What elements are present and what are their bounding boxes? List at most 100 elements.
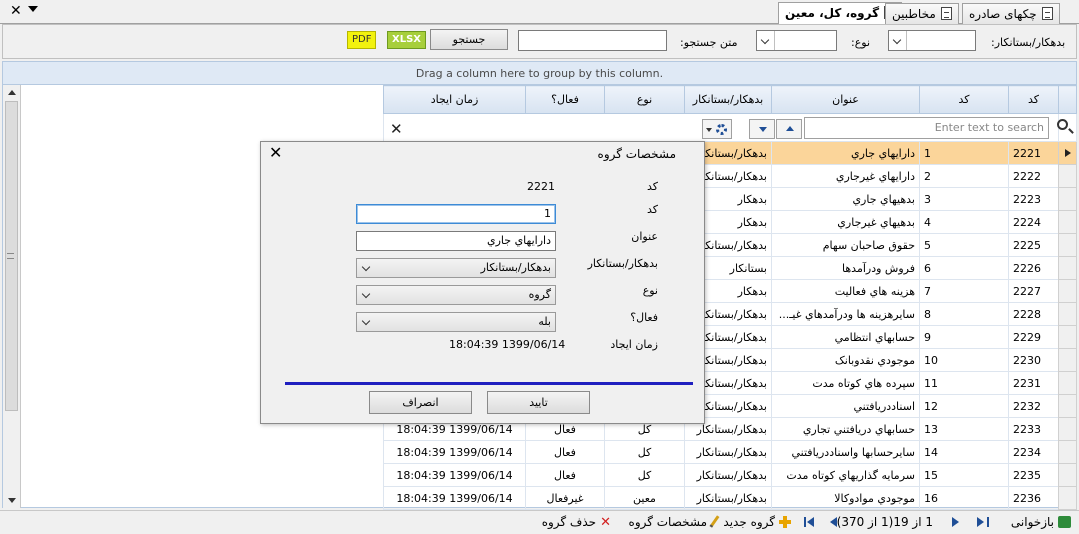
cell-title[interactable]: سرمايه گذاريهاي کوتاه مدت: [771, 463, 920, 487]
cell-code[interactable]: 2232: [1008, 394, 1059, 418]
cell-number[interactable]: 4: [919, 210, 1009, 234]
party-filter-select[interactable]: [888, 30, 976, 51]
next-page-icon[interactable]: [952, 517, 959, 527]
column-header-code[interactable]: کد: [1008, 85, 1059, 114]
cell-code[interactable]: 2228: [1008, 302, 1059, 326]
cell-number[interactable]: 3: [919, 187, 1009, 211]
cell-title[interactable]: بدهيهاي غيرجاري: [771, 210, 920, 234]
cell-number[interactable]: 12: [919, 394, 1009, 418]
search-button[interactable]: جستجو: [430, 29, 508, 50]
cell-created[interactable]: 1399/06/14 18:04:39: [383, 486, 526, 510]
cell-title[interactable]: اسناددريافتني: [771, 394, 920, 418]
row-indicator[interactable]: [1058, 371, 1077, 395]
column-header-number[interactable]: کد: [919, 85, 1009, 114]
cell-code[interactable]: 2236: [1008, 486, 1059, 510]
cell-code[interactable]: 2227: [1008, 279, 1059, 303]
search-input[interactable]: [518, 30, 667, 51]
cancel-button[interactable]: انصراف: [369, 391, 472, 414]
cell-code[interactable]: 2233: [1008, 417, 1059, 441]
cell-code[interactable]: 2235: [1008, 463, 1059, 487]
close-icon[interactable]: ✕: [269, 145, 282, 161]
last-page-icon[interactable]: [807, 517, 814, 527]
cell-type[interactable]: کل: [604, 463, 685, 487]
cell-number[interactable]: 13: [919, 417, 1009, 441]
row-indicator[interactable]: [1058, 302, 1077, 326]
cell-number[interactable]: 5: [919, 233, 1009, 257]
active-select[interactable]: بله: [356, 312, 556, 332]
cell-code[interactable]: 2222: [1008, 164, 1059, 188]
row-indicator[interactable]: [1058, 394, 1077, 418]
cell-title[interactable]: سپرده هاي کوتاه مدت: [771, 371, 920, 395]
find-previous-button[interactable]: [776, 119, 802, 139]
cell-title[interactable]: موجودي موادوکالا: [771, 486, 920, 510]
tab-checks[interactable]: چکهای صادره: [962, 3, 1060, 24]
refresh-button[interactable]: بازخوانی: [1011, 515, 1071, 529]
table-row[interactable]: 2235 15 سرمايه گذاريهاي کوتاه مدت بدهکار/بس…: [383, 463, 1077, 487]
cell-party[interactable]: بدهکار/بستانکار: [684, 463, 772, 487]
delete-group-button[interactable]: ✕حذف گروه: [542, 515, 611, 530]
cell-party[interactable]: بدهکار/بستانکار: [684, 440, 772, 464]
row-indicator[interactable]: [1058, 463, 1077, 487]
cell-title[interactable]: دارايهاي جاري: [771, 141, 920, 165]
column-header-active[interactable]: فعال؟: [525, 85, 605, 114]
cell-code[interactable]: 2224: [1008, 210, 1059, 234]
cell-title[interactable]: سايرهزينه ها ودرآمدهاي غيـ...: [771, 302, 920, 326]
cell-type[interactable]: معین: [604, 486, 685, 510]
cell-active[interactable]: فعال: [525, 463, 605, 487]
tab-accounts[interactable]: گروه، کل، معین: [778, 2, 903, 24]
cell-code[interactable]: 2234: [1008, 440, 1059, 464]
row-indicator[interactable]: [1058, 164, 1077, 188]
row-indicator[interactable]: [1058, 256, 1077, 280]
search-options-button[interactable]: [702, 119, 732, 139]
cell-title[interactable]: سايرحسابها واسناددريافتني: [771, 440, 920, 464]
cell-code[interactable]: 2231: [1008, 371, 1059, 395]
cell-title[interactable]: حقوق صاحبان سهام: [771, 233, 920, 257]
cell-title[interactable]: حسابهاي انتظامي: [771, 325, 920, 349]
type-filter-select[interactable]: [756, 30, 837, 51]
cell-title[interactable]: فروش ودرآمدها: [771, 256, 920, 280]
cell-number[interactable]: 2: [919, 164, 1009, 188]
row-indicator[interactable]: [1058, 417, 1077, 441]
cell-number[interactable]: 14: [919, 440, 1009, 464]
cell-active[interactable]: فعال: [525, 440, 605, 464]
cell-title[interactable]: بدهيهاي جاري: [771, 187, 920, 211]
number-input[interactable]: 1: [356, 204, 556, 224]
row-indicator[interactable]: [1058, 348, 1077, 372]
row-indicator[interactable]: [1058, 440, 1077, 464]
new-group-button[interactable]: گروه جدید: [723, 515, 791, 529]
cell-number[interactable]: 15: [919, 463, 1009, 487]
cell-code[interactable]: 2225: [1008, 233, 1059, 257]
cell-code[interactable]: 2221: [1008, 141, 1059, 165]
cell-party[interactable]: بدهکار/بستانکار: [684, 486, 772, 510]
cell-number[interactable]: 11: [919, 371, 1009, 395]
cell-number[interactable]: 16: [919, 486, 1009, 510]
cell-number[interactable]: 9: [919, 325, 1009, 349]
cell-code[interactable]: 2230: [1008, 348, 1059, 372]
cell-number[interactable]: 7: [919, 279, 1009, 303]
cell-title[interactable]: موجودي نقدوبانک: [771, 348, 920, 372]
cell-created[interactable]: 1399/06/14 18:04:39: [383, 440, 526, 464]
row-indicator[interactable]: [1058, 325, 1077, 349]
cell-active[interactable]: غيرفعال: [525, 486, 605, 510]
tab-contacts[interactable]: مخاطبين: [885, 3, 959, 24]
close-icon[interactable]: ✕: [10, 4, 22, 18]
row-indicator[interactable]: [1058, 187, 1077, 211]
group-by-panel[interactable]: Drag a column here to group by this colu…: [3, 62, 1076, 85]
export-xlsx-button[interactable]: XLSX: [387, 31, 426, 49]
cell-title[interactable]: دارايهاي غيرجاري: [771, 164, 920, 188]
row-indicator[interactable]: [1058, 486, 1077, 510]
export-pdf-button[interactable]: PDF: [347, 31, 377, 49]
find-next-button[interactable]: [749, 119, 775, 139]
first-page-icon[interactable]: [977, 517, 984, 527]
vertical-scrollbar[interactable]: [3, 85, 21, 508]
clear-search-icon[interactable]: ✕: [390, 120, 403, 138]
column-header-created[interactable]: زمان ایجاد: [383, 85, 526, 114]
ok-button[interactable]: تایید: [487, 391, 590, 414]
chevron-down-icon[interactable]: [28, 6, 38, 12]
cell-type[interactable]: کل: [604, 440, 685, 464]
row-indicator[interactable]: [1058, 233, 1077, 257]
search-icon[interactable]: [1057, 119, 1068, 130]
cell-title[interactable]: هزينه هاي فعاليت: [771, 279, 920, 303]
cell-title[interactable]: حسابهاي دريافتني تجاري: [771, 417, 920, 441]
cell-number[interactable]: 6: [919, 256, 1009, 280]
